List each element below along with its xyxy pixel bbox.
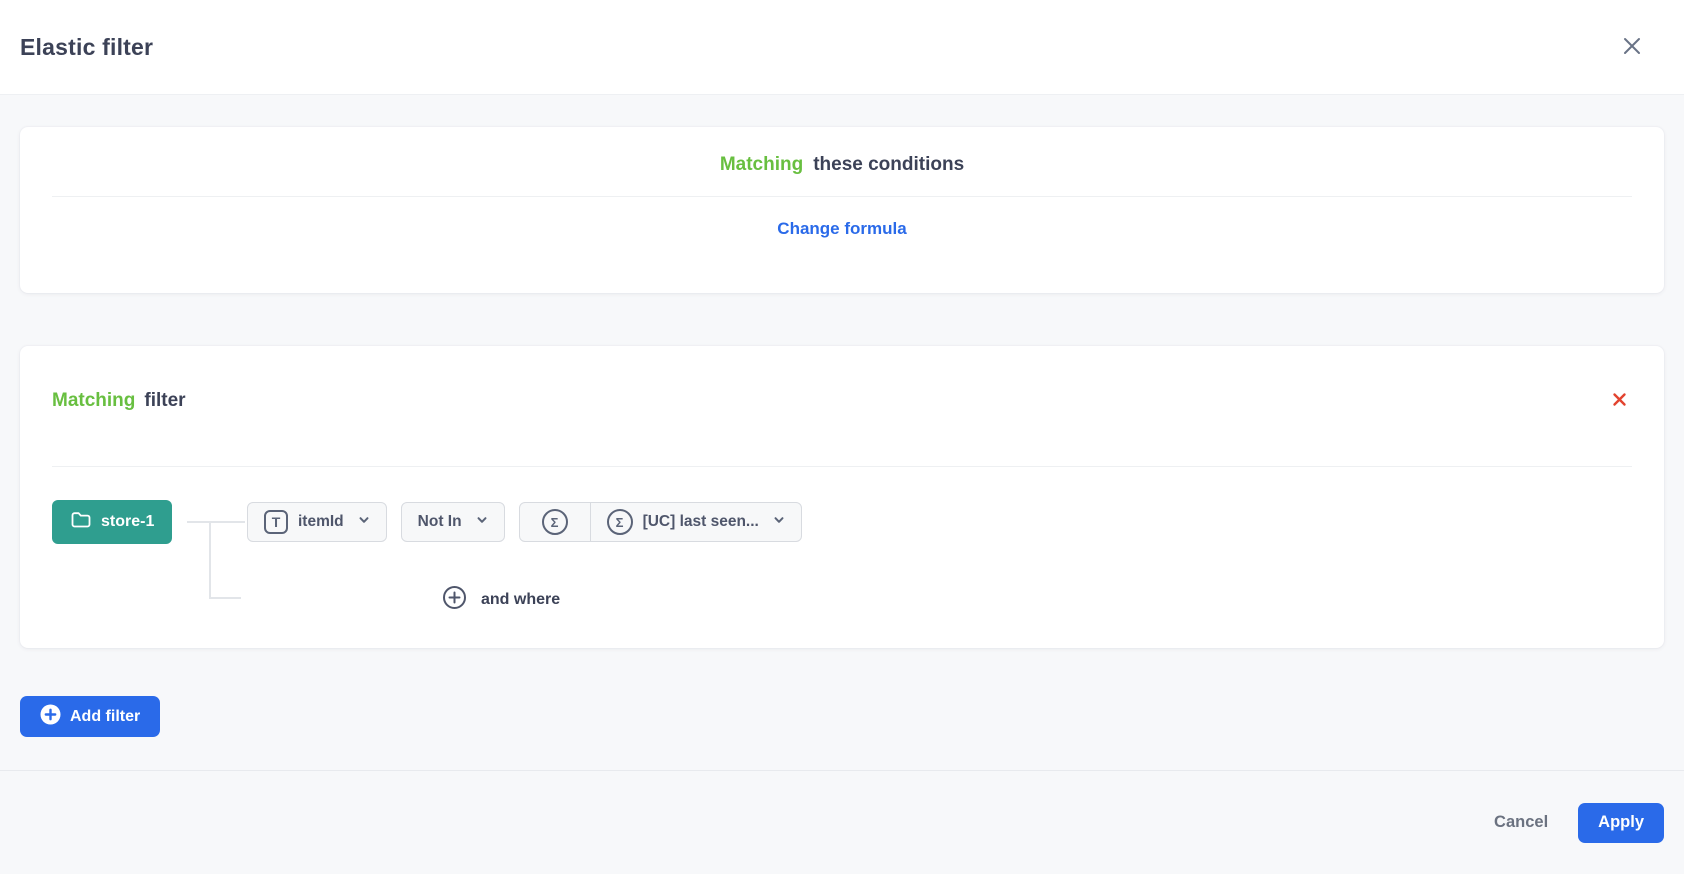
sigma-icon: Σ (542, 509, 568, 535)
value-dropdown-label: [UC] last seen... (643, 513, 759, 531)
filter-title-highlight: Matching (52, 390, 135, 412)
formula-card: Matching these conditions Change formula (20, 127, 1664, 293)
filter-card: Matching filter (20, 346, 1664, 648)
change-formula-button[interactable]: Change formula (777, 219, 906, 239)
modal-header: Elastic filter (0, 0, 1684, 95)
connector-line (209, 597, 241, 599)
filter-card-header: Matching filter (52, 346, 1632, 414)
plus-circle-filled-icon (40, 704, 61, 730)
close-button[interactable] (1616, 31, 1648, 63)
field-dropdown[interactable]: T itemId (247, 502, 387, 542)
text-type-icon: T (264, 510, 288, 534)
remove-filter-button[interactable] (1606, 388, 1632, 414)
condition-row: T itemId Not In (247, 502, 802, 542)
add-filter-button[interactable]: Add filter (20, 696, 160, 737)
formula-title-rest: these conditions (813, 154, 964, 176)
modal-footer: Cancel Apply (0, 770, 1684, 874)
filter-builder: store-1 T itemId (52, 500, 1632, 615)
connector-line (209, 522, 211, 598)
operator-dropdown[interactable]: Not In (401, 502, 505, 542)
filter-card-title: Matching filter (52, 390, 186, 412)
chevron-down-icon (476, 513, 488, 531)
formula-title-highlight: Matching (720, 154, 803, 176)
plus-circle-icon (442, 585, 467, 615)
store-chip[interactable]: store-1 (52, 500, 172, 544)
cancel-button[interactable]: Cancel (1494, 813, 1548, 832)
and-where-label: and where (481, 591, 560, 609)
sigma-icon: Σ (607, 509, 633, 535)
value-compound-control: Σ Σ [UC] last seen... (519, 502, 802, 542)
modal-title: Elastic filter (20, 34, 153, 61)
and-where-button[interactable]: and where (442, 585, 560, 615)
condition-group: T itemId Not In (247, 502, 802, 542)
aggregate-function-button[interactable]: Σ (520, 503, 590, 541)
close-icon (1621, 35, 1643, 60)
add-filter-label: Add filter (70, 708, 140, 726)
value-dropdown[interactable]: Σ [UC] last seen... (590, 503, 801, 541)
filter-title-rest: filter (144, 390, 185, 412)
elastic-filter-modal: Elastic filter Matching these conditions… (0, 0, 1684, 737)
remove-filter-icon (1612, 392, 1627, 410)
operator-dropdown-label: Not In (418, 513, 462, 531)
field-dropdown-label: itemId (298, 513, 344, 531)
folder-icon (70, 510, 91, 534)
filter-card-divider (52, 466, 1632, 467)
apply-button[interactable]: Apply (1578, 803, 1664, 843)
modal-body: Matching these conditions Change formula… (0, 95, 1684, 737)
formula-card-divider (52, 196, 1632, 197)
chevron-down-icon (773, 513, 785, 531)
store-chip-label: store-1 (101, 513, 154, 531)
connector-line (187, 521, 245, 523)
chevron-down-icon (358, 513, 370, 531)
formula-card-title: Matching these conditions (52, 127, 1632, 176)
